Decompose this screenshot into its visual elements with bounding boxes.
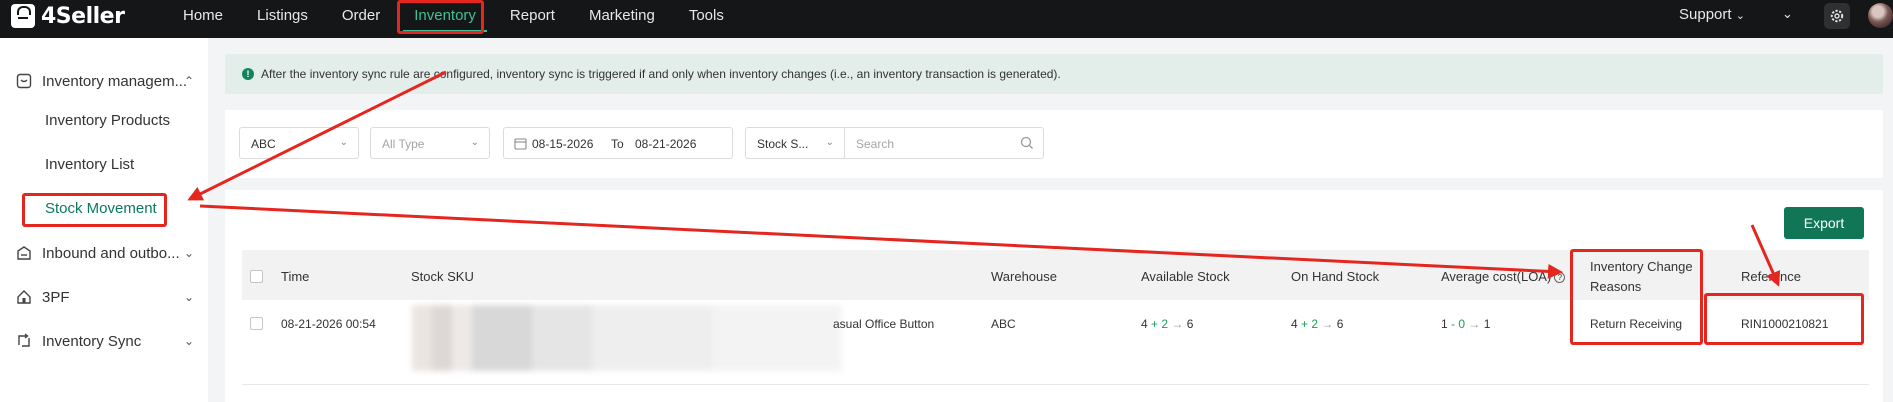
column-header-on-hand-stock[interactable]: On Hand Stock (1291, 269, 1379, 284)
nav-order[interactable]: Order (331, 0, 391, 32)
available-to: 6 (1186, 317, 1194, 331)
column-header-available-stock[interactable]: Available Stock (1141, 269, 1230, 284)
date-from[interactable]: 08-15-2026 (532, 137, 593, 151)
type-select[interactable]: All Type ⌄ (370, 127, 490, 159)
sidebar-item-inventory-products[interactable]: Inventory Products (45, 112, 170, 129)
chevron-down-icon[interactable]: ⌄ (1782, 6, 1793, 22)
chevron-down-icon: ⌄ (184, 334, 195, 348)
annotation-highlight-stock-movement (22, 193, 167, 227)
chevron-down-icon: ⌄ (339, 137, 348, 148)
logo-icon (11, 4, 35, 28)
chevron-down-icon: ⌄ (1735, 10, 1745, 22)
home-icon (15, 288, 33, 306)
row-sku-text[interactable]: asual Office Button (833, 317, 934, 331)
question-icon[interactable]: ? (1554, 272, 1566, 283)
annotation-highlight-inventory-tab (397, 0, 484, 34)
inbound-icon (15, 244, 33, 262)
search-input[interactable]: Search (844, 127, 1044, 159)
chevron-up-icon: ⌃ (184, 74, 195, 88)
search-field-value: Stock S... (757, 137, 809, 151)
sidebar-group-3pf[interactable]: 3PF ⌄ (0, 275, 208, 319)
column-header-warehouse[interactable]: Warehouse (991, 269, 1057, 284)
sidebar-group-label: Inventory Sync (42, 332, 142, 350)
date-to-label: To (611, 137, 624, 151)
top-navigation-bar: 4Seller Home Listings Order Inventory Re… (0, 0, 1893, 38)
search-field-select[interactable]: Stock S... ⌄ (745, 127, 845, 159)
export-button[interactable]: Export (1784, 207, 1864, 239)
chevron-down-icon: ⌄ (825, 137, 834, 148)
arrow-right-icon: → (1468, 317, 1481, 331)
warehouse-select-value: ABC (251, 137, 276, 151)
chevron-down-icon: ⌄ (184, 246, 195, 260)
sidebar-group-label: Inventory managem... (42, 72, 188, 90)
info-banner: ! After the inventory sync rule are conf… (225, 54, 1883, 94)
row-available-stock: 4 + 2 → 6 (1141, 317, 1193, 331)
arrow-right-icon: → (1321, 317, 1334, 331)
row-average-cost: 1 - 0 → 1 (1441, 317, 1490, 331)
row-on-hand-stock: 4 + 2 → 6 (1291, 317, 1343, 331)
app-name: 4Seller (41, 3, 125, 29)
onhand-from: 4 (1291, 317, 1298, 331)
info-icon: ! (242, 68, 254, 80)
nav-home[interactable]: Home (172, 0, 234, 32)
row-time: 08-21-2026 00:54 (281, 317, 376, 331)
row-warehouse: ABC (991, 317, 1016, 331)
onhand-to: 6 (1336, 317, 1344, 331)
column-header-average-cost[interactable]: Average cost(LOA)? (1441, 269, 1566, 284)
row-divider (242, 384, 1869, 385)
support-menu[interactable]: Support ⌄ (1679, 6, 1745, 23)
annotation-highlight-reference (1704, 293, 1864, 345)
sidebar-group-inventory-sync[interactable]: Inventory Sync ⌄ (0, 319, 208, 363)
select-all-checkbox[interactable] (250, 270, 263, 283)
cost-from: 1 (1441, 317, 1448, 331)
column-header-stock-sku[interactable]: Stock SKU (411, 269, 474, 284)
available-from: 4 (1141, 317, 1148, 331)
date-range-picker[interactable]: 08-15-2026 To 08-21-2026 (503, 127, 733, 159)
chevron-down-icon: ⌄ (470, 137, 479, 148)
inventory-icon (15, 72, 33, 90)
calendar-icon (514, 137, 527, 153)
sku-product-image-redacted (412, 305, 842, 371)
nav-tools[interactable]: Tools (678, 0, 735, 32)
nav-listings[interactable]: Listings (246, 0, 319, 32)
banner-text: After the inventory sync rule are config… (261, 67, 1061, 81)
annotation-highlight-change-reasons (1570, 249, 1703, 345)
onhand-delta: + 2 (1301, 317, 1319, 331)
sidebar-item-inventory-list[interactable]: Inventory List (45, 156, 134, 173)
avatar[interactable] (1868, 3, 1893, 28)
filter-bar: ABC ⌄ All Type ⌄ 08-15-2026 To 08-21-202… (225, 110, 1883, 178)
warehouse-select[interactable]: ABC ⌄ (239, 127, 359, 159)
nav-report[interactable]: Report (499, 0, 566, 32)
sidebar-group-label: 3PF (42, 288, 70, 306)
search-placeholder: Search (856, 137, 895, 151)
type-select-placeholder: All Type (382, 137, 425, 151)
column-header-reference[interactable]: Reference (1741, 269, 1801, 284)
cost-to: 1 (1483, 317, 1491, 331)
sync-icon (15, 332, 33, 350)
sidebar-group-label: Inbound and outbo... (42, 244, 180, 262)
cost-delta: - 0 (1451, 317, 1466, 331)
nav-marketing[interactable]: Marketing (578, 0, 666, 32)
sidebar-group-inventory-management[interactable]: Inventory managem... ⌃ (0, 59, 208, 103)
date-to[interactable]: 08-21-2026 (635, 137, 696, 151)
column-header-time[interactable]: Time (281, 269, 309, 284)
settings-button[interactable] (1824, 3, 1850, 29)
arrow-right-icon: → (1171, 317, 1184, 331)
available-delta: + 2 (1151, 317, 1169, 331)
chevron-down-icon: ⌄ (184, 290, 195, 304)
average-cost-label: Average cost(LOA) (1441, 269, 1552, 284)
sidebar-group-inbound-outbound[interactable]: Inbound and outbo... ⌄ (0, 231, 208, 275)
search-icon[interactable] (1020, 136, 1034, 153)
gear-icon (1830, 9, 1844, 23)
support-label: Support (1679, 6, 1732, 23)
row-checkbox[interactable] (250, 317, 263, 330)
app-logo[interactable]: 4Seller (11, 2, 125, 30)
